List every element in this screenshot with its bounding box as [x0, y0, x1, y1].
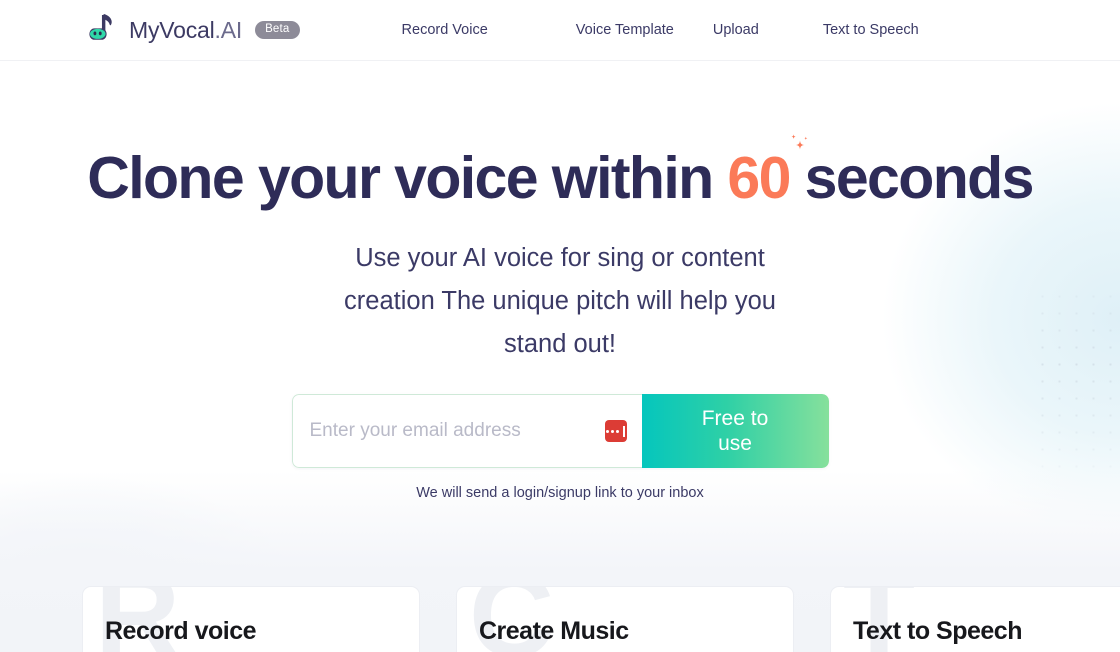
feature-card-create-music[interactable]: C Create Music — [456, 586, 794, 652]
nav-item-text-to-speech[interactable]: Text to Speech — [823, 22, 919, 38]
hero-section: Clone your voice within 60 seconds Use y… — [0, 134, 1120, 501]
headline-part-one: Clone your voice within — [87, 145, 714, 211]
brand-name: MyVocal.AI — [129, 17, 242, 44]
nav-item-record-voice[interactable]: Record Voice — [402, 22, 488, 38]
brand-logo-link[interactable]: MyVocal.AI Beta — [82, 11, 300, 49]
email-input[interactable] — [292, 395, 642, 467]
hero-subtitle-line-1: Use your AI voice for sing or content — [355, 244, 765, 272]
nav-item-upload[interactable]: Upload — [713, 22, 759, 38]
main-navigation: Record Voice Voice Template Upload Text … — [402, 22, 919, 38]
headline-highlight: 60 — [727, 134, 808, 208]
card-title: Text to Speech — [853, 617, 1022, 645]
sparkle-stars-icon — [791, 134, 808, 150]
music-note-face-logo-icon — [89, 14, 112, 40]
page-title: Clone your voice within 60 seconds — [0, 134, 1120, 208]
email-field-wrapper — [291, 394, 642, 468]
password-manager-icon[interactable] — [604, 420, 627, 442]
brand-name-primary: MyVocal — [129, 16, 215, 43]
feature-cards: R Record voice C Create Music T Text to … — [0, 586, 1120, 652]
nav-item-voice-template[interactable]: Voice Template — [576, 22, 674, 38]
free-to-use-label: Free to use — [701, 407, 769, 455]
feature-card-record-voice[interactable]: R Record voice — [82, 586, 420, 652]
feature-card-text-to-speech[interactable]: T Text to Speech — [830, 586, 1120, 652]
signup-hint: We will send a login/signup link to your… — [416, 485, 704, 501]
brand-name-suffix: .AI — [214, 16, 243, 43]
hero-subtitle-line-2: creation The unique pitch will help you — [344, 287, 776, 315]
card-title: Create Music — [479, 617, 629, 645]
site-header: MyVocal.AI Beta Record Voice Voice Templ… — [0, 0, 1120, 61]
free-to-use-button[interactable]: Free to use — [641, 394, 829, 468]
headline-part-two: seconds — [804, 145, 1035, 211]
hero-subtitle: Use your AI voice for sing or content cr… — [0, 237, 1120, 366]
hero-subtitle-line-3: stand out! — [504, 330, 616, 358]
card-title: Record voice — [105, 617, 257, 645]
signup-form: Free to use — [291, 394, 829, 468]
beta-badge: Beta — [255, 20, 300, 40]
